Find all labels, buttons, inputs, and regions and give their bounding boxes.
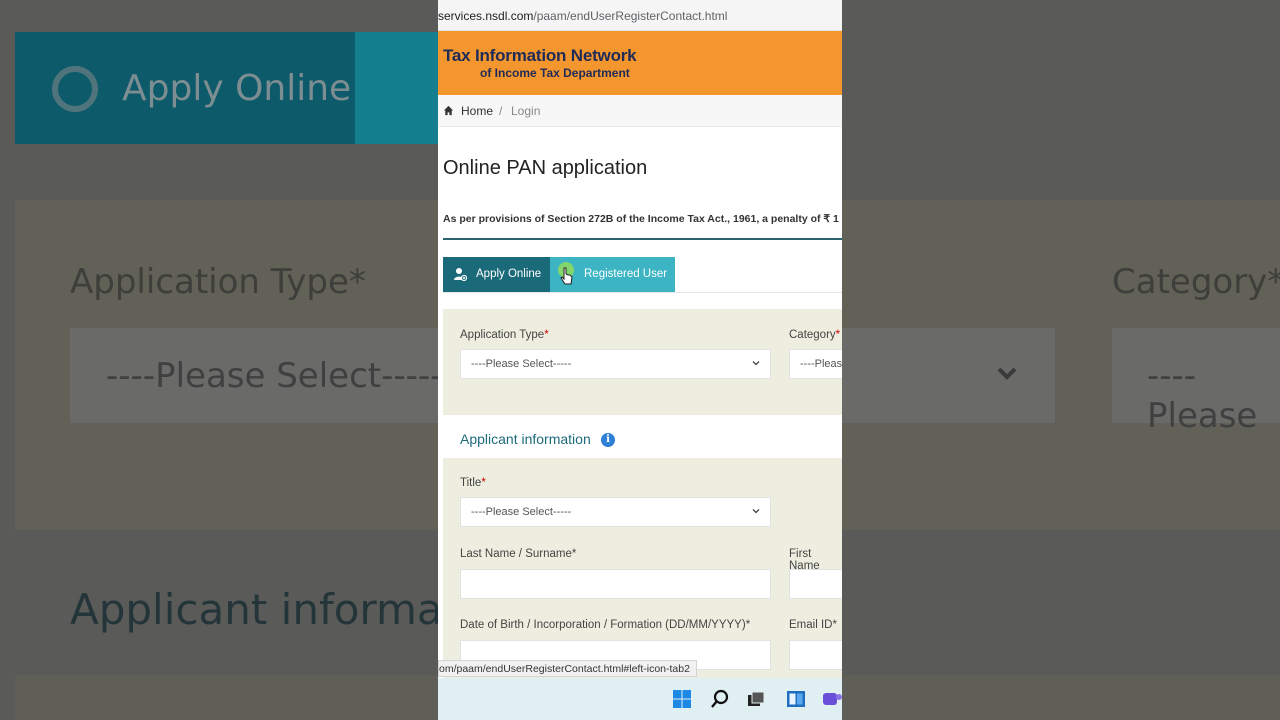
home-icon [443,105,454,116]
address-bar[interactable]: services.nsdl.com/paam/endUserRegisterCo… [438,0,842,31]
notice-divider [443,238,842,240]
applicant-information-heading: Applicant information [460,431,591,447]
site-title: Tax Information Network [443,46,637,65]
email-input[interactable] [789,640,842,670]
link-status-bar: om/paam/endUserRegisterContact.html#left… [438,660,697,677]
breadcrumb-separator: / [499,104,503,118]
info-icon[interactable]: i [601,433,615,447]
last-name-label: Last Name / Surname* [460,548,577,560]
bg-please-partial: ----Please [1147,356,1258,436]
dob-label: Date of Birth / Incorporation / Formatio… [460,619,751,631]
email-label: Email ID* [789,619,837,631]
url-text[interactable]: services.nsdl.com/paam/endUserRegisterCo… [438,9,727,23]
breadcrumb-current: Login [511,104,541,118]
chat-icon[interactable] [822,689,842,709]
category-select[interactable]: ----Please [789,349,842,379]
application-type-value: ----Please Select----- [471,358,572,370]
site-subtitle: of Income Tax Department [480,66,630,80]
title-label: Title* [460,477,486,489]
bg-application-type-label: Application Type* [70,262,366,302]
chevron-down-icon [752,361,760,366]
category-label: Category* [789,329,841,341]
title-select[interactable]: ----Please Select----- [460,497,771,527]
user-add-icon [454,268,467,281]
bg-please-select: ----Please Select----- [106,356,443,396]
search-icon[interactable] [710,689,730,709]
chevron-down-icon [752,509,760,514]
bg-registered-bar [355,32,445,144]
page-title: Online PAN application [443,157,648,179]
site-header: Tax Information Network of Income Tax De… [438,31,842,95]
bg-apply-text: Apply Online [122,68,352,109]
tab-registered-user-label: Registered User [584,268,668,280]
penalty-notice: As per provisions of Section 272B of the… [443,213,839,225]
title-value: ----Please Select----- [471,506,572,518]
windows-start-icon[interactable] [672,689,692,709]
first-name-input[interactable] [789,569,842,599]
tabs-divider [443,292,842,293]
application-type-label: Application Type* [460,329,549,341]
widgets-icon[interactable] [786,689,806,709]
application-type-select[interactable]: ----Please Select----- [460,349,771,379]
bg-applicant-heading: Applicant informat [70,585,460,634]
bg-chevron-down-icon [997,367,1017,380]
tab-apply-online[interactable]: Apply Online [443,257,550,292]
last-name-input[interactable] [460,569,771,599]
tab-apply-online-label: Apply Online [476,268,542,280]
task-view-icon[interactable] [746,689,766,709]
bg-category-label: Category* [1112,262,1280,302]
hand-cursor-icon [558,262,574,285]
breadcrumb: Home / Login [438,95,842,127]
bg-select-right [842,328,1055,423]
category-value: ----Please [800,358,842,370]
taskbar [438,678,842,720]
browser-window: services.nsdl.com/paam/endUserRegisterCo… [438,0,842,720]
breadcrumb-home-link[interactable]: Home [461,104,493,118]
bg-user-add-icon [52,66,98,112]
